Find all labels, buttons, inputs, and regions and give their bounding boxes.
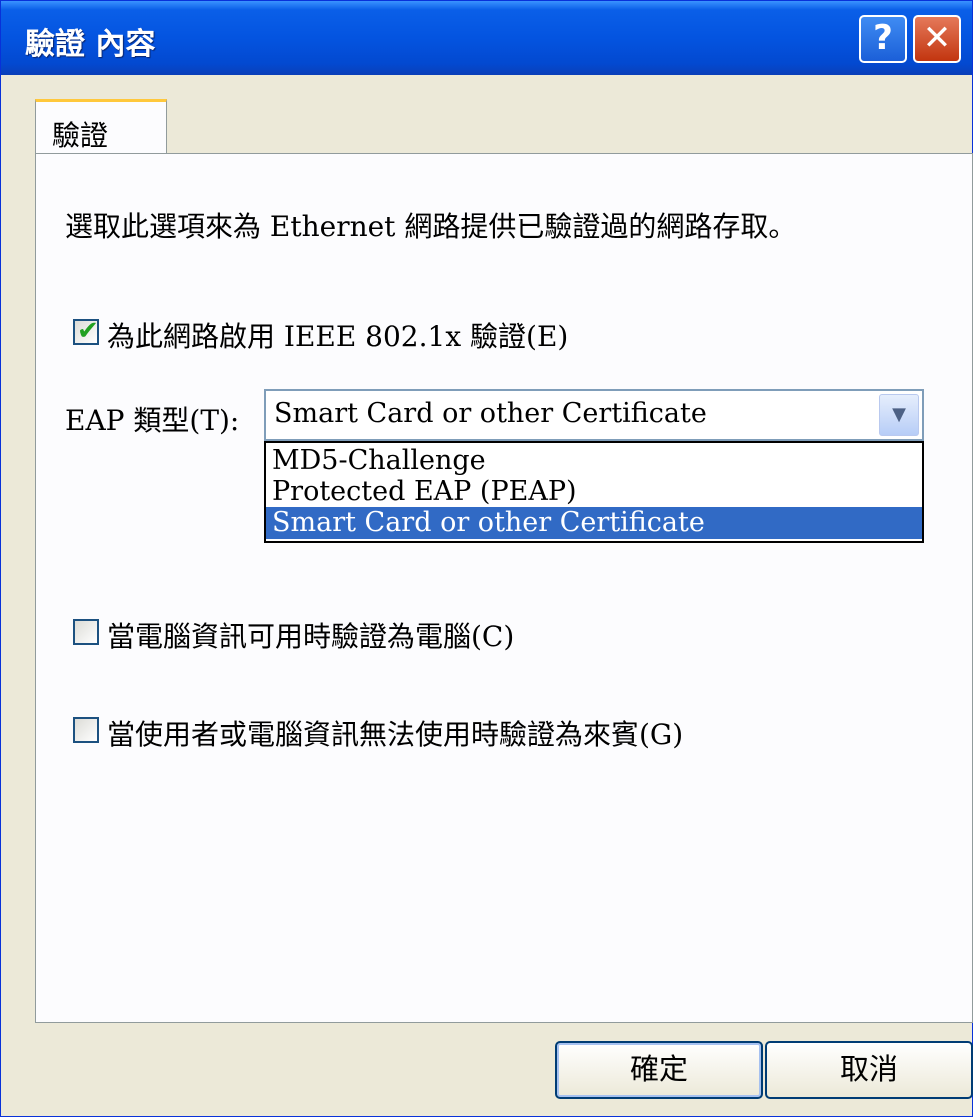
tab-authentication[interactable]: 驗證: [35, 99, 167, 154]
title-bar[interactable]: 驗證 內容 ? ✕: [1, 1, 972, 75]
description-text: 選取此選項來為 Ethernet 網路提供已驗證過的網路存取。: [65, 210, 797, 243]
eap-option-md5[interactable]: MD5-Challenge: [266, 445, 922, 477]
auth-as-computer-label[interactable]: 當電腦資訊可用時驗證為電腦(C): [107, 615, 514, 655]
eap-type-dropdown-list: MD5-Challenge Protected EAP (PEAP) Smart…: [264, 441, 924, 543]
eap-option-peap[interactable]: Protected EAP (PEAP): [266, 476, 922, 508]
eap-type-select[interactable]: Smart Card or other Certificate ▼: [264, 389, 924, 441]
enable-8021x-checkbox[interactable]: ✔: [73, 316, 99, 346]
eap-type-value: Smart Card or other Certificate: [274, 398, 707, 429]
window-title: 驗證 內容: [25, 27, 156, 62]
properties-dialog: 驗證 內容 ? ✕ 驗證 選取此選項來為 Ethernet 網路提供已驗證過的網…: [0, 0, 973, 1117]
eap-type-label: EAP 類型(T):: [65, 404, 240, 437]
cancel-button[interactable]: 取消: [765, 1041, 973, 1099]
help-button[interactable]: ?: [859, 15, 907, 63]
chevron-down-icon[interactable]: ▼: [879, 394, 919, 436]
eap-option-smart-card[interactable]: Smart Card or other Certificate: [266, 507, 922, 539]
auth-as-guest-checkbox[interactable]: [73, 717, 99, 743]
enable-8021x-label[interactable]: 為此網路啟用 IEEE 802.1x 驗證(E): [107, 315, 568, 355]
auth-as-guest-label[interactable]: 當使用者或電腦資訊無法使用時驗證為來賓(G): [107, 713, 683, 753]
ok-button[interactable]: 確定: [555, 1041, 763, 1099]
check-icon: ✔: [77, 316, 99, 346]
auth-as-computer-checkbox[interactable]: [73, 619, 99, 645]
close-button[interactable]: ✕: [913, 15, 961, 63]
tab-panel: [35, 153, 973, 1023]
